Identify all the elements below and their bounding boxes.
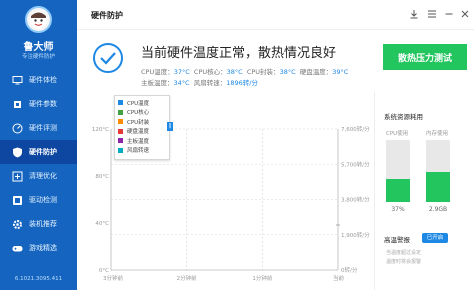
- legend-swatch: [118, 147, 123, 153]
- fan-speed-label: 风扇转速：: [193, 79, 227, 87]
- panel-divider: [374, 92, 375, 290]
- sidebar-item-label: 硬件参数: [29, 100, 57, 108]
- board-temp-label: 主板温度：: [141, 79, 174, 87]
- sidebar-item-build-recommend[interactable]: 装机推荐: [0, 212, 77, 236]
- sidebar-item-hardware-check[interactable]: 硬件体检: [0, 68, 77, 92]
- memory-usage-label: 内存使用: [426, 131, 449, 137]
- cpu-usage-fill: [386, 179, 410, 202]
- legend-label: CPU封装: [127, 119, 150, 126]
- board-temp-value: 34°C: [173, 79, 190, 87]
- legend-toggle-handle[interactable]: ‖: [167, 122, 173, 131]
- menu-icon[interactable]: [426, 8, 438, 20]
- close-icon[interactable]: [459, 8, 471, 20]
- cpu-temp-value: 37°C: [173, 68, 190, 76]
- sidebar-item-label: 硬件体检: [29, 76, 57, 84]
- header: 硬件防护: [77, 0, 474, 30]
- cpu-core-value: 38°C: [226, 68, 243, 76]
- cpu-temp-label: CPU温度：: [141, 68, 174, 76]
- cpu-core-label: CPU核心：: [193, 68, 227, 76]
- chip-icon: [12, 99, 23, 110]
- sidebar-item-label: 硬件评测: [29, 124, 57, 132]
- legend-label: CPU温度: [127, 100, 150, 107]
- version-label: 6.1021.3095.411: [14, 276, 63, 282]
- disk-temp-value: 39°C: [332, 68, 349, 76]
- cpu-package-label: CPU封装：: [246, 68, 280, 76]
- y-right-tick-label: 1,900转/分: [341, 231, 370, 239]
- driver-icon: [12, 195, 23, 206]
- sidebar: 鲁大师 专注硬件防护 硬件体检 硬件参数 硬件评测 硬件防护 清理优化 驱动检测…: [0, 0, 77, 290]
- legend-swatch: [118, 119, 123, 125]
- board-fan-row: 主板温度：34°C 风扇转速：1896转/分: [141, 77, 258, 87]
- y-left-tick-label: 40°C: [95, 221, 109, 227]
- legend-swatch: [118, 138, 123, 144]
- sidebar-item-cleanup[interactable]: 清理优化: [0, 164, 77, 188]
- y-right-tick-label: 7,600转/分: [341, 125, 370, 133]
- sidebar-item-label: 游戏精选: [29, 244, 57, 252]
- y-left-tick-label: 0°C: [99, 268, 109, 274]
- legend-item[interactable]: 主板温度: [118, 136, 166, 146]
- legend-label: 风扇转速: [127, 148, 150, 155]
- legend-label: CPU核心: [127, 110, 150, 117]
- legend-label: 主板温度: [127, 138, 150, 145]
- check-circle-icon: [92, 42, 124, 74]
- x-tick-label: 当前: [333, 274, 345, 282]
- legend-item[interactable]: 风扇转速: [118, 146, 166, 156]
- chart-legend: CPU温度 CPU核心 CPU封装 硬盘温度 主板温度 风扇转速: [114, 95, 170, 160]
- y-left-tick-label: 80°C: [95, 174, 109, 180]
- y-right-tick-label: 5,700转/分: [341, 160, 370, 168]
- alarm-description: 当温度超过设定: [386, 250, 422, 256]
- disk-temp-label: 硬盘温度：: [299, 68, 333, 76]
- cpu-usage-value: 37%: [391, 206, 405, 213]
- stress-test-button[interactable]: 散热压力测试: [383, 44, 467, 70]
- gauge-icon: [12, 123, 23, 134]
- sidebar-item-hardware-protection[interactable]: 硬件防护: [0, 140, 77, 164]
- sidebar-item-driver-check[interactable]: 驱动检测: [0, 188, 77, 212]
- memory-usage-fill: [426, 172, 450, 202]
- legend-swatch: [118, 100, 123, 106]
- legend-item[interactable]: CPU温度: [118, 98, 166, 108]
- x-tick-label: 2分钟前: [177, 274, 197, 282]
- sidebar-item-label: 装机推荐: [29, 220, 57, 228]
- download-icon[interactable]: [408, 8, 420, 20]
- monitor-icon: [12, 75, 23, 86]
- cpu-usage-gauge: [386, 140, 410, 202]
- sidebar-item-hardware-benchmark[interactable]: 硬件评测: [0, 116, 77, 140]
- cpu-usage-label: CPU使用: [386, 131, 409, 137]
- sidebar-item-hardware-params[interactable]: 硬件参数: [0, 92, 77, 116]
- app-slogan: 专注硬件防护: [21, 54, 55, 60]
- gear-icon: [12, 219, 23, 230]
- y-right-tick-label: 3,800转/分: [341, 196, 370, 204]
- cpu-package-value: 38°C: [279, 68, 296, 76]
- sidebar-item-label: 硬件防护: [29, 148, 57, 156]
- legend-item[interactable]: CPU封装: [118, 117, 166, 127]
- sidebar-item-games[interactable]: 游戏精选: [0, 236, 77, 260]
- x-tick-label: 1分钟前: [252, 274, 272, 282]
- alarm-title: 高温警报: [384, 236, 410, 244]
- memory-usage-value: 2.9GB: [428, 206, 448, 213]
- gamepad-icon: [12, 243, 23, 254]
- shield-icon: [12, 147, 23, 158]
- resource-title: 系统资源耗用: [384, 113, 423, 121]
- app-name: 鲁大师: [23, 42, 54, 53]
- sidebar-item-label: 清理优化: [29, 172, 57, 180]
- fan-speed-value: 1896转/分: [226, 79, 258, 87]
- legend-item[interactable]: 硬盘温度: [118, 127, 166, 137]
- minimize-icon[interactable]: [443, 8, 455, 20]
- sidebar-item-label: 驱动检测: [29, 196, 57, 204]
- page-title: 硬件防护: [91, 11, 123, 20]
- legend-item[interactable]: CPU核心: [118, 108, 166, 118]
- app-logo: [25, 6, 52, 33]
- x-tick-label: 3分钟前: [103, 274, 123, 282]
- legend-swatch: [118, 128, 123, 134]
- memory-usage-gauge: [426, 140, 450, 202]
- y-left-tick-label: 120°C: [92, 127, 109, 133]
- alarm-description: 温度时将会报警: [386, 259, 422, 265]
- status-headline: 当前硬件温度正常，散热情况良好: [141, 46, 337, 61]
- y-right-tick-label: 0转/分: [341, 266, 358, 274]
- legend-swatch: [118, 109, 123, 115]
- alarm-toggle[interactable]: 已开启: [422, 233, 448, 243]
- broom-icon: [12, 171, 23, 182]
- legend-label: 硬盘温度: [127, 129, 150, 136]
- temperature-row: CPU温度：37°C CPU核心：38°C CPU封装：38°C 硬盘温度：39…: [141, 66, 348, 76]
